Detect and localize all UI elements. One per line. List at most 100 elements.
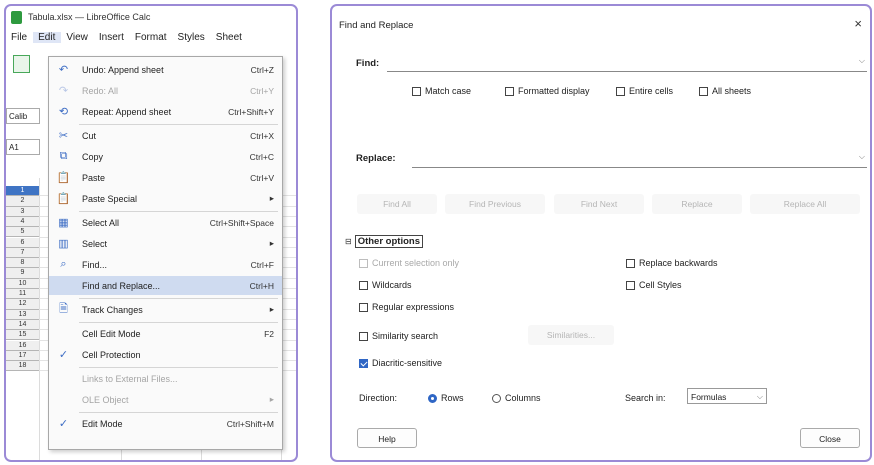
menu-item-select-all[interactable]: ▦ Select All Ctrl+Shift+Space: [49, 213, 282, 232]
checkbox-box[interactable]: [699, 86, 708, 96]
menu-item-cut[interactable]: ✂ Cut Ctrl+X: [49, 126, 282, 145]
menu-view[interactable]: View: [61, 32, 94, 43]
menu-item-find-and-replace[interactable]: Find and Replace... Ctrl+H: [49, 276, 282, 295]
close-icon[interactable]: ×: [854, 16, 862, 31]
similarities-button[interactable]: Similarities...: [528, 325, 614, 345]
checkbox-box[interactable]: [626, 280, 635, 290]
radio-circle[interactable]: [492, 393, 501, 403]
row-header[interactable]: 9: [6, 268, 39, 279]
menu-item-links-to-external-files[interactable]: Links to External Files...: [49, 369, 282, 388]
replace-button[interactable]: Replace: [652, 194, 742, 214]
menu-sheet[interactable]: Sheet: [211, 32, 248, 43]
row-header[interactable]: 4: [6, 216, 39, 228]
menu-item-redo-all[interactable]: ↷ Redo: All Ctrl+Y: [49, 81, 282, 100]
menu-edit[interactable]: Edit: [33, 31, 62, 43]
submenu-arrow-icon: ▸: [269, 304, 274, 314]
row-header[interactable]: 3: [6, 206, 39, 217]
row-header[interactable]: 12: [6, 299, 39, 310]
menu-styles[interactable]: Styles: [173, 32, 211, 43]
row-header[interactable]: 5: [6, 227, 39, 238]
help-button[interactable]: Help: [357, 428, 417, 448]
checkbox-box[interactable]: [616, 86, 625, 96]
chevron-down-icon[interactable]: ⌵: [859, 152, 865, 162]
row-header[interactable]: 6: [6, 237, 39, 248]
current-selection-only-checkbox[interactable]: Current selection only: [359, 258, 459, 268]
menu-item-track-changes[interactable]: 🗎 Track Changes ▸: [49, 300, 282, 319]
row-header[interactable]: 18: [6, 361, 39, 372]
formatted-display-checkbox[interactable]: Formatted display: [505, 86, 590, 96]
name-box[interactable]: A1: [6, 139, 40, 155]
collapse-icon[interactable]: ⊟: [345, 237, 352, 246]
menu-item-shortcut: Ctrl+F: [250, 259, 274, 270]
direction-rows-radio[interactable]: Rows: [428, 393, 464, 403]
close-button[interactable]: Close: [800, 428, 860, 448]
row-header[interactable]: 17: [6, 350, 39, 362]
row-header[interactable]: 2: [6, 196, 39, 207]
checkbox-box[interactable]: [359, 358, 368, 368]
chevron-down-icon[interactable]: ⌵: [859, 56, 865, 66]
similarity-search-checkbox[interactable]: Similarity search: [359, 331, 438, 341]
match-case-checkbox[interactable]: Match case: [412, 86, 471, 96]
row-header[interactable]: 8: [6, 258, 39, 269]
cell-styles-checkbox[interactable]: Cell Styles: [626, 280, 682, 290]
menu-item-label: Undo: Append sheet: [82, 64, 164, 75]
row-header[interactable]: 15: [6, 330, 39, 341]
row-header[interactable]: 1: [6, 186, 39, 197]
radio-circle[interactable]: [428, 393, 437, 403]
menu-item-paste-special[interactable]: 📋 Paste Special ▸: [49, 189, 282, 208]
find-input[interactable]: ⌵: [387, 53, 867, 72]
toolbar-overflow: [287, 46, 296, 86]
search-in-select[interactable]: Formulas ⌵: [687, 388, 767, 404]
find-next-button[interactable]: Find Next: [554, 194, 644, 214]
checkbox-box[interactable]: [359, 258, 368, 268]
row-header[interactable]: 16: [6, 340, 39, 351]
menu-item-copy[interactable]: ⧉ Copy Ctrl+C: [49, 147, 282, 166]
checkbox-box[interactable]: [359, 302, 368, 312]
menu-insert[interactable]: Insert: [94, 32, 130, 43]
chevron-down-icon[interactable]: ⌵: [757, 389, 763, 405]
menu-item-ole-object[interactable]: OLE Object ▸: [49, 390, 282, 409]
row-header[interactable]: 11: [6, 289, 39, 300]
menu-item-cell-protection[interactable]: ✓ Cell Protection: [49, 345, 282, 364]
menu-item-shortcut: Ctrl+Y: [250, 85, 274, 96]
checkbox-box[interactable]: [359, 331, 368, 341]
find-previous-button[interactable]: Find Previous: [445, 194, 545, 214]
menu-item-undo-append-sheet[interactable]: ↶ Undo: Append sheet Ctrl+Z: [49, 60, 282, 79]
wildcards-checkbox[interactable]: Wildcards: [359, 280, 412, 290]
diacritic-sensitive-checkbox[interactable]: Diacritic-sensitive: [359, 358, 442, 368]
checkbox-box[interactable]: [626, 258, 635, 268]
row-header[interactable]: 7: [6, 247, 39, 259]
replace-backwards-checkbox[interactable]: Replace backwards: [626, 258, 718, 268]
menu-item-edit-mode[interactable]: ✓ Edit Mode Ctrl+Shift+M: [49, 414, 282, 433]
calc-window: Tabula.xlsx — LibreOffice Calc File Edit…: [4, 4, 298, 462]
new-document-icon[interactable]: [13, 55, 30, 73]
menu-item-paste[interactable]: 📋 Paste Ctrl+V: [49, 168, 282, 187]
direction-columns-radio[interactable]: Columns: [492, 393, 541, 403]
replace-backwards-label: Replace backwards: [639, 258, 718, 268]
row-header[interactable]: 10: [6, 278, 39, 289]
entire-cells-checkbox[interactable]: Entire cells: [616, 86, 673, 96]
menu-item-shortcut: Ctrl+H: [249, 280, 274, 291]
checkbox-box[interactable]: [505, 86, 514, 96]
menu-format[interactable]: Format: [130, 32, 173, 43]
replace-input[interactable]: ⌵: [412, 149, 867, 168]
checkbox-box[interactable]: [359, 280, 368, 290]
menu-item-select[interactable]: ▥ Select ▸: [49, 234, 282, 253]
menu-item-cell-edit-mode[interactable]: Cell Edit Mode F2: [49, 324, 282, 343]
menu-file[interactable]: File: [6, 32, 33, 43]
row-header[interactable]: 14: [6, 319, 39, 331]
row-header[interactable]: 13: [6, 309, 39, 320]
replace-all-button[interactable]: Replace All: [750, 194, 860, 214]
font-name-box[interactable]: Calib: [6, 108, 40, 124]
checkbox-box[interactable]: [412, 86, 421, 96]
regular-expressions-checkbox[interactable]: Regular expressions: [359, 302, 454, 312]
menu-item-find[interactable]: ⌕ Find... Ctrl+F: [49, 255, 282, 274]
menu-item-repeat-append-sheet[interactable]: ⟲ Repeat: Append sheet Ctrl+Shift+Y: [49, 102, 282, 121]
other-options-expander[interactable]: ⊟ Other options: [345, 235, 423, 248]
all-sheets-checkbox[interactable]: All sheets: [699, 86, 751, 96]
menu-separator: [79, 322, 278, 323]
find-all-button[interactable]: Find All: [357, 194, 437, 214]
redo-icon: ↷: [58, 85, 69, 97]
menu-separator: [79, 298, 278, 299]
menu-item-shortcut: Ctrl+Shift+M: [226, 418, 274, 429]
